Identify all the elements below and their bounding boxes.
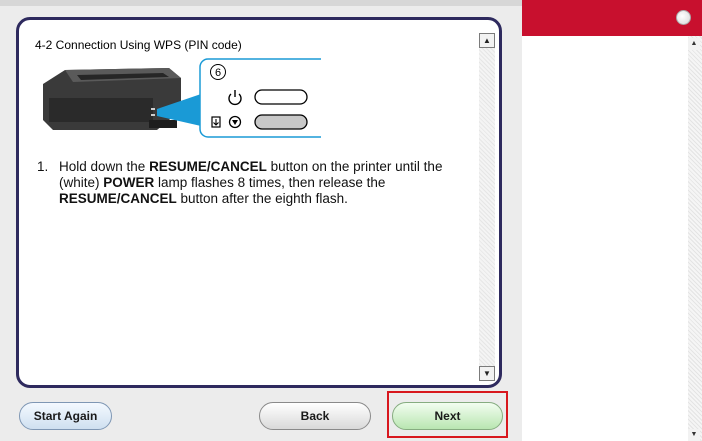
step-text-part: button after the eighth flash.: [176, 191, 348, 206]
content-panel: 4-2 Connection Using WPS (PIN code) ▲ ▼: [16, 17, 502, 388]
step-bold-resume-cancel: RESUME/CANCEL: [149, 159, 267, 174]
step-text-part: lamp flashes 8 times, then release the: [154, 175, 386, 190]
panel-scrollbar[interactable]: ▲ ▼: [479, 33, 495, 381]
resume-cancel-button-graphic: [254, 114, 308, 130]
start-again-button[interactable]: Start Again: [19, 402, 112, 430]
scroll-up-arrow-icon[interactable]: ▲: [479, 33, 495, 48]
back-button[interactable]: Back: [259, 402, 371, 430]
stop-reset-icon: [228, 115, 242, 129]
background-scrollbar[interactable]: ▲ ▼: [688, 36, 702, 441]
page-title: 4-2 Connection Using WPS (PIN code): [35, 38, 242, 52]
setup-window: 4-2 Connection Using WPS (PIN code) ▲ ▼: [0, 0, 522, 441]
step-text: Hold down the RESUME/CANCEL button on th…: [59, 159, 455, 207]
power-button-graphic: [254, 89, 308, 105]
brand-header-bar: [522, 0, 702, 36]
step-bold-resume-cancel: RESUME/CANCEL: [59, 191, 177, 206]
printer-illustration: 6: [43, 58, 321, 138]
wifi-icon: [211, 116, 221, 128]
window-circle-icon[interactable]: [676, 10, 691, 25]
step-text-part: Hold down the: [59, 159, 150, 174]
bg-scroll-up-icon[interactable]: ▲: [688, 38, 700, 50]
bg-scroll-down-icon[interactable]: ▼: [688, 429, 700, 441]
scroll-down-arrow-icon[interactable]: ▼: [479, 366, 495, 381]
next-button[interactable]: Next: [392, 402, 503, 430]
printer-image: [43, 68, 181, 130]
step-number: 1.: [37, 159, 49, 174]
instruction-step-1: 1. Hold down the RESUME/CANCEL button on…: [37, 159, 455, 207]
window-top-strip: [0, 0, 522, 6]
step-bold-power: POWER: [103, 175, 155, 190]
step-badge: 6: [215, 67, 221, 79]
background-window: ▲ ▼: [522, 0, 702, 441]
